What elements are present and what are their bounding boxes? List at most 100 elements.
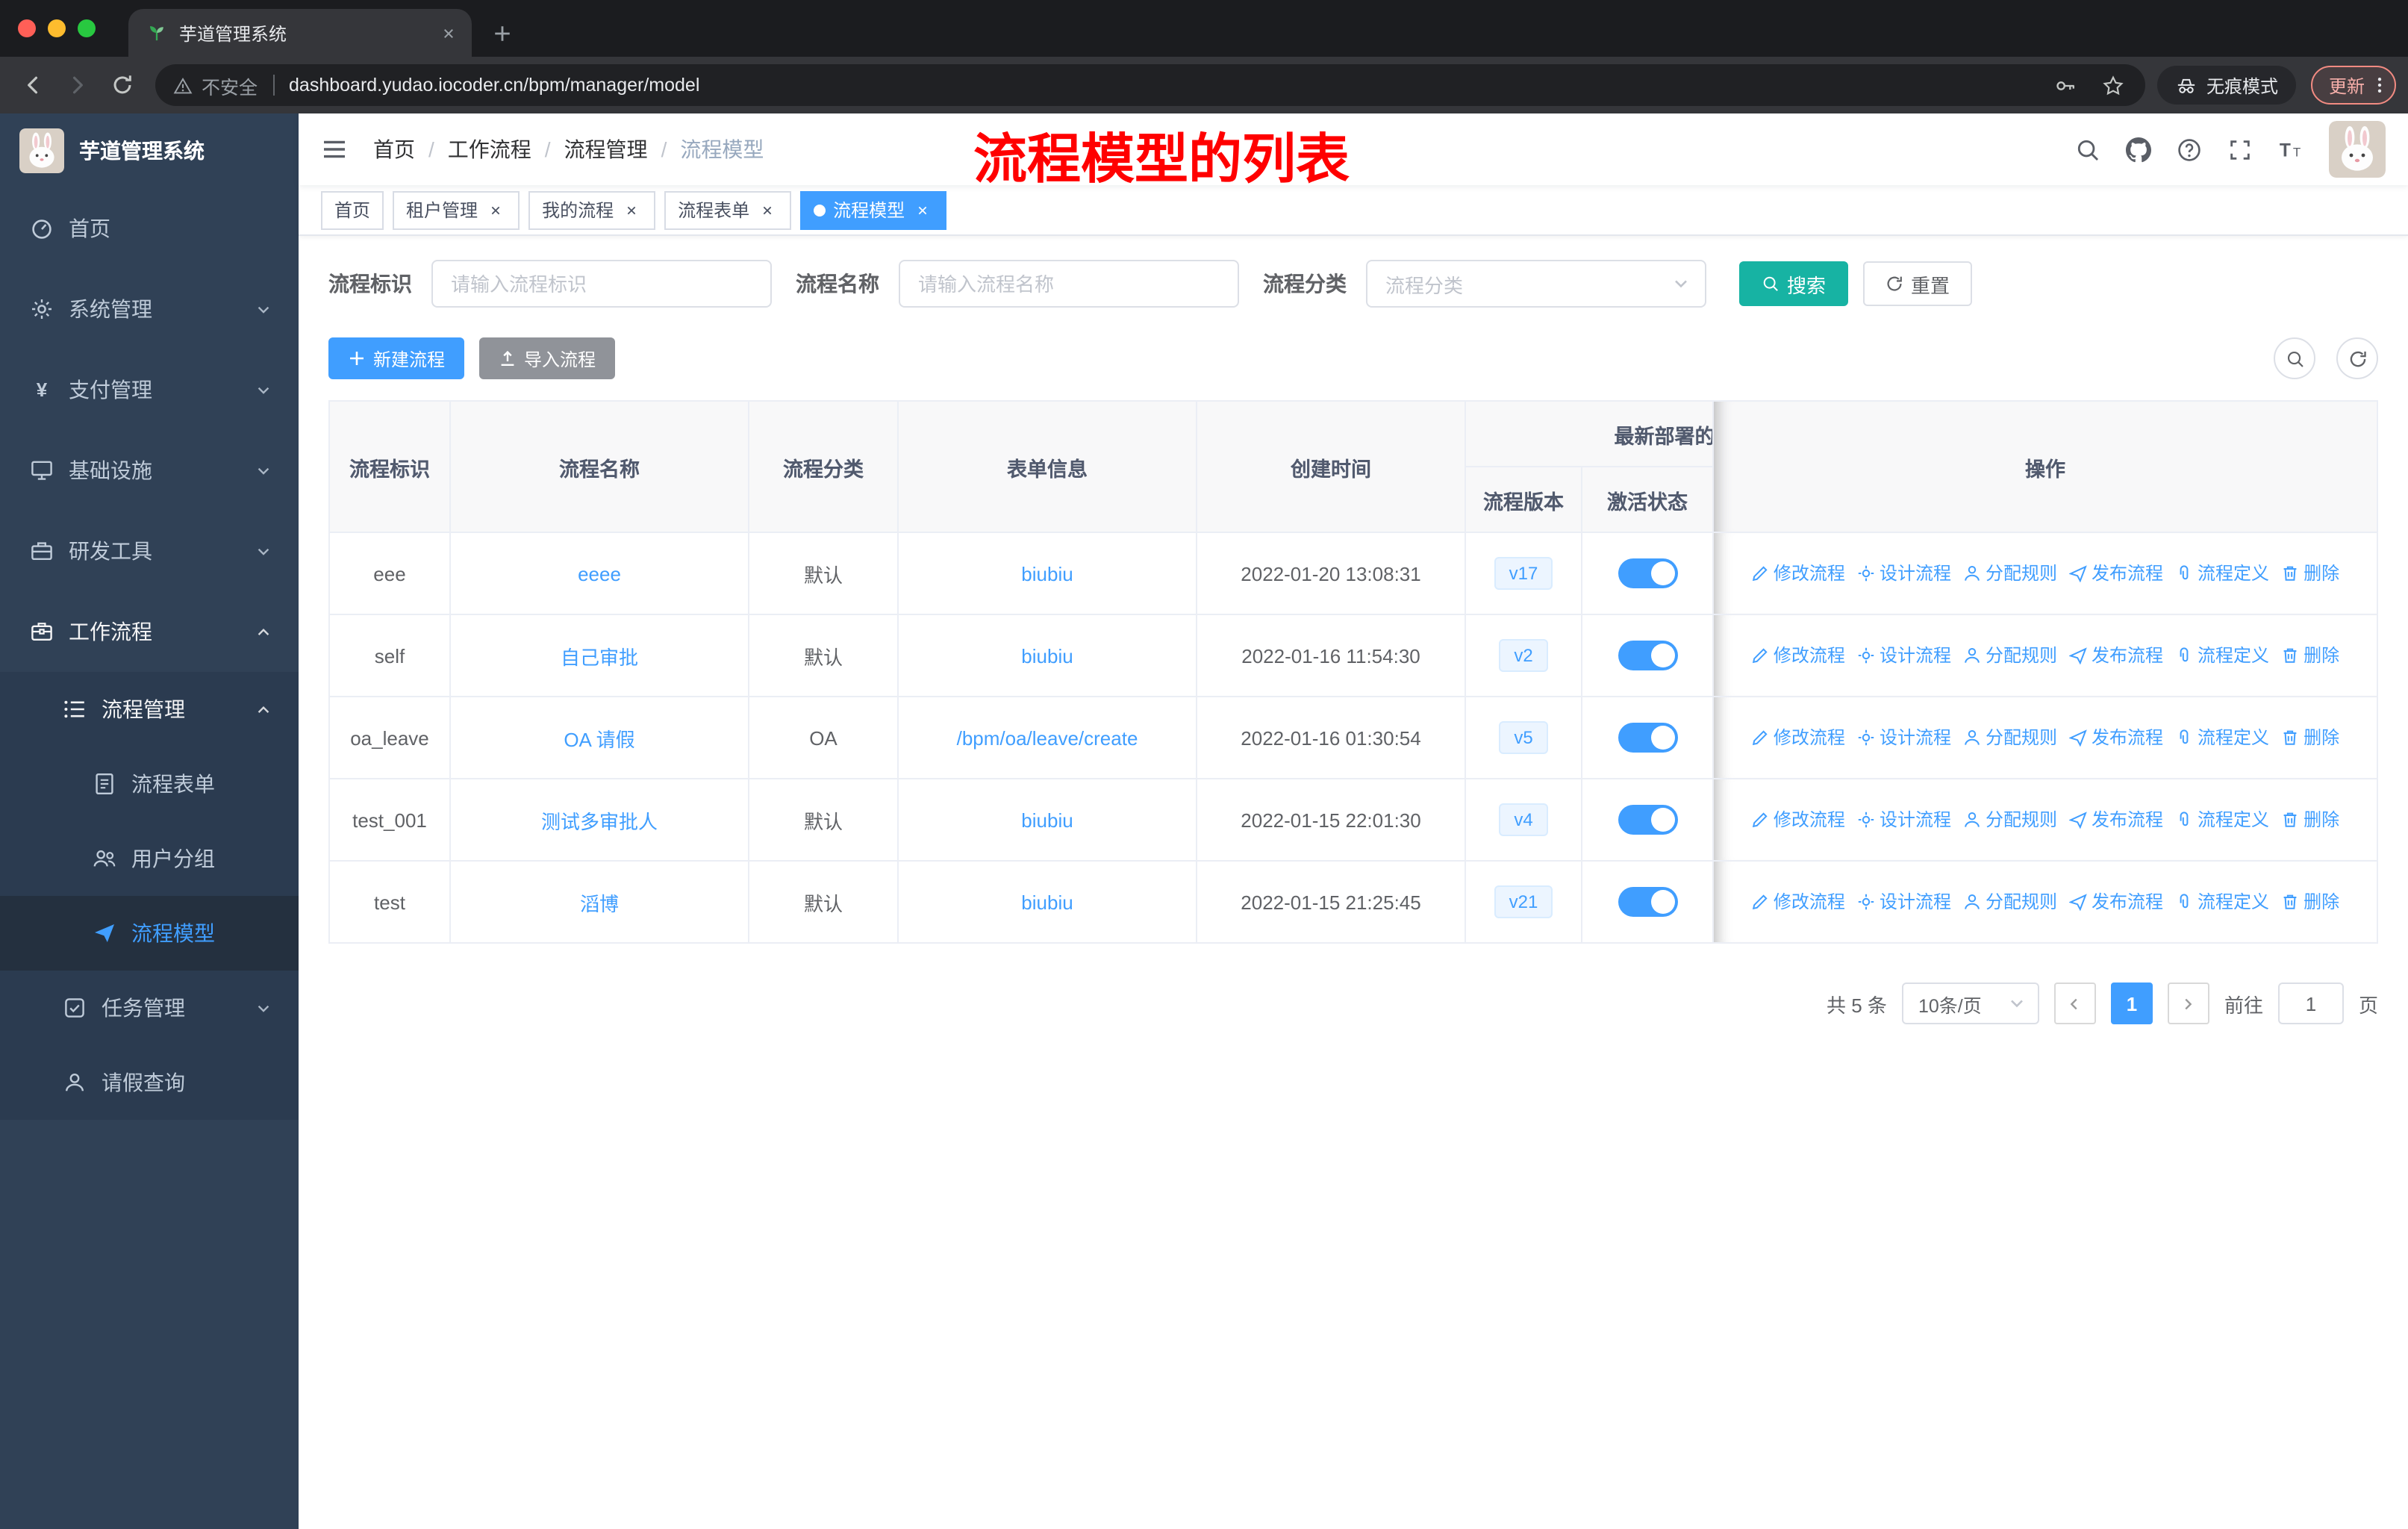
sidebar-item-payment-management[interactable]: ¥ 支付管理 (0, 349, 299, 430)
process-definition-link[interactable]: 流程定义 (2175, 561, 2269, 586)
tag-tenant-management[interactable]: 租户管理 (393, 190, 520, 229)
forward-button[interactable] (57, 64, 99, 106)
tab-close-button[interactable] (436, 21, 460, 45)
maximize-window-button[interactable] (78, 19, 96, 37)
sidebar-item-user-group[interactable]: 用户分组 (0, 821, 299, 896)
search-icon[interactable] (2075, 137, 2100, 162)
process-name-link[interactable]: 自己审批 (561, 646, 638, 668)
process-name-input[interactable] (899, 260, 1239, 308)
process-definition-link[interactable]: 流程定义 (2175, 807, 2269, 832)
browser-update-button[interactable]: 更新 (2310, 66, 2396, 105)
sidebar-item-home[interactable]: 首页 (0, 188, 299, 269)
process-definition-link[interactable]: 流程定义 (2175, 643, 2269, 668)
tag-my-process[interactable]: 我的流程 (528, 190, 656, 229)
font-size-icon[interactable]: TT (2278, 137, 2303, 162)
sidebar-item-leave-query[interactable]: 请假查询 (0, 1045, 299, 1120)
tag-process-model[interactable]: 流程模型 (800, 190, 947, 229)
close-window-button[interactable] (18, 19, 36, 37)
prev-page-button[interactable] (2053, 983, 2096, 1024)
sidebar-item-system-management[interactable]: 系统管理 (0, 269, 299, 349)
assign-rule-link[interactable]: 分配规则 (1963, 561, 2057, 586)
tag-process-form[interactable]: 流程表单 (664, 190, 792, 229)
active-toggle[interactable] (1618, 723, 1677, 753)
minimize-window-button[interactable] (48, 19, 66, 37)
form-info-link[interactable]: biubiu (1021, 891, 1073, 913)
design-process-link[interactable]: 设计流程 (1857, 725, 1951, 750)
sidebar-item-process-form[interactable]: 流程表单 (0, 747, 299, 821)
active-toggle[interactable] (1618, 887, 1677, 917)
process-name-link[interactable]: OA 请假 (564, 728, 634, 750)
reset-button[interactable]: 重置 (1863, 261, 1973, 306)
import-process-button[interactable]: 导入流程 (479, 337, 616, 379)
goto-page-input[interactable] (2277, 983, 2344, 1024)
design-process-link[interactable]: 设计流程 (1857, 807, 1951, 832)
process-definition-link[interactable]: 流程定义 (2175, 889, 2269, 915)
sidebar-item-infrastructure[interactable]: 基础设施 (0, 430, 299, 511)
assign-rule-link[interactable]: 分配规则 (1963, 643, 2057, 668)
modify-process-link[interactable]: 修改流程 (1751, 561, 1845, 586)
publish-process-link[interactable]: 发布流程 (2069, 561, 2163, 586)
active-toggle[interactable] (1618, 558, 1677, 588)
next-page-button[interactable] (2167, 983, 2209, 1024)
tag-home[interactable]: 首页 (321, 190, 384, 229)
assign-rule-link[interactable]: 分配规则 (1963, 889, 2057, 915)
design-process-link[interactable]: 设计流程 (1857, 889, 1951, 915)
breadcrumb-item-workflow[interactable]: 工作流程 (448, 134, 531, 164)
sidebar-item-process-management[interactable]: 流程管理 (0, 672, 299, 747)
github-icon[interactable] (2126, 137, 2151, 162)
breadcrumb-item-home[interactable]: 首页 (373, 134, 415, 164)
password-key-button[interactable] (2047, 66, 2086, 105)
reload-button[interactable] (102, 64, 143, 106)
search-button[interactable]: 搜索 (1739, 261, 1849, 306)
assign-rule-link[interactable]: 分配规则 (1963, 725, 2057, 750)
form-info-link[interactable]: biubiu (1021, 562, 1073, 585)
modify-process-link[interactable]: 修改流程 (1751, 643, 1845, 668)
help-icon[interactable] (2177, 137, 2202, 162)
publish-process-link[interactable]: 发布流程 (2069, 807, 2163, 832)
tag-close-button[interactable] (485, 199, 506, 220)
process-category-select[interactable]: 流程分类 (1366, 260, 1706, 308)
breadcrumb-item-process-management[interactable]: 流程管理 (564, 134, 648, 164)
delete-link[interactable]: 删除 (2281, 889, 2339, 915)
modify-process-link[interactable]: 修改流程 (1751, 725, 1845, 750)
page-size-select[interactable]: 10条/页 (1901, 983, 2039, 1024)
sidebar-item-task-management[interactable]: 任务管理 (0, 971, 299, 1045)
new-tab-button[interactable] (481, 12, 523, 54)
browser-tab[interactable]: 芋道管理系统 (128, 9, 472, 57)
active-toggle[interactable] (1618, 805, 1677, 835)
delete-link[interactable]: 删除 (2281, 807, 2339, 832)
address-bar[interactable]: 不安全 dashboard.yudao.iocoder.cn/bpm/manag… (155, 64, 2145, 106)
page-number-button[interactable]: 1 (2110, 983, 2153, 1024)
tag-close-button[interactable] (621, 199, 642, 220)
design-process-link[interactable]: 设计流程 (1857, 643, 1951, 668)
process-key-input[interactable] (431, 260, 772, 308)
delete-link[interactable]: 删除 (2281, 561, 2339, 586)
refresh-table-button[interactable] (2336, 337, 2378, 379)
assign-rule-link[interactable]: 分配规则 (1963, 807, 2057, 832)
tag-close-button[interactable] (912, 199, 933, 220)
fullscreen-icon[interactable] (2227, 137, 2253, 162)
tag-close-button[interactable] (757, 199, 778, 220)
modify-process-link[interactable]: 修改流程 (1751, 889, 1845, 915)
form-info-link[interactable]: biubiu (1021, 644, 1073, 667)
sidebar-item-workflow[interactable]: 工作流程 (0, 591, 299, 672)
process-name-link[interactable]: eeee (578, 562, 621, 585)
active-toggle[interactable] (1618, 641, 1677, 670)
menu-dots-icon[interactable] (2369, 75, 2390, 96)
app-logo[interactable]: 芋道管理系统 (0, 113, 299, 188)
bookmark-star-button[interactable] (2094, 66, 2133, 105)
form-info-link[interactable]: /bpm/oa/leave/create (957, 726, 1138, 749)
publish-process-link[interactable]: 发布流程 (2069, 643, 2163, 668)
process-definition-link[interactable]: 流程定义 (2175, 725, 2269, 750)
form-info-link[interactable]: biubiu (1021, 809, 1073, 831)
process-name-link[interactable]: 滔博 (580, 892, 619, 915)
toggle-search-button[interactable] (2274, 337, 2315, 379)
design-process-link[interactable]: 设计流程 (1857, 561, 1951, 586)
publish-process-link[interactable]: 发布流程 (2069, 889, 2163, 915)
delete-link[interactable]: 删除 (2281, 643, 2339, 668)
user-avatar[interactable] (2329, 121, 2386, 178)
delete-link[interactable]: 删除 (2281, 725, 2339, 750)
process-name-link[interactable]: 测试多审批人 (541, 810, 658, 832)
sidebar-item-process-model[interactable]: 流程模型 (0, 896, 299, 971)
publish-process-link[interactable]: 发布流程 (2069, 725, 2163, 750)
